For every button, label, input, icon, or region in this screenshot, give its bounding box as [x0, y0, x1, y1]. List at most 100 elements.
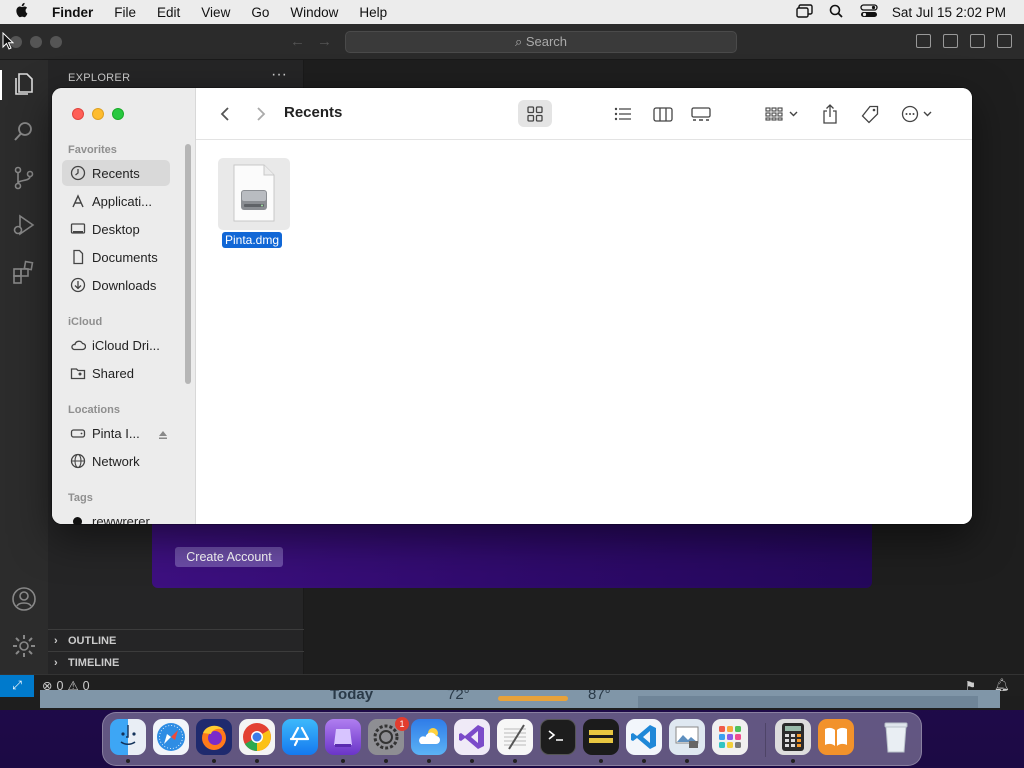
outline-section[interactable]: › OUTLINE — [48, 629, 304, 651]
tag-icon[interactable] — [858, 102, 882, 126]
toggle-panel-icon[interactable] — [943, 34, 958, 48]
activity-active-indicator — [0, 70, 2, 100]
customize-layout-icon[interactable] — [997, 34, 1012, 48]
sidebar-item-shared[interactable]: Shared — [62, 360, 170, 386]
running-indicator — [685, 759, 689, 763]
sidebar-item-downloads[interactable]: Downloads — [62, 272, 170, 298]
screen-mirroring-icon[interactable] — [796, 3, 814, 21]
menu-window[interactable]: Window — [290, 5, 338, 20]
close-button[interactable] — [72, 108, 84, 120]
share-icon[interactable] — [818, 102, 842, 126]
tags-header: Tags — [68, 492, 93, 504]
spotlight-search-icon[interactable] — [828, 4, 846, 21]
apple-menu-icon[interactable] — [14, 2, 34, 22]
sidebar-item-desktop[interactable]: Desktop — [62, 216, 170, 242]
firefox-dock-icon[interactable] — [196, 719, 232, 755]
finder-dock-icon[interactable] — [110, 719, 146, 755]
console-dock-icon[interactable] — [583, 719, 619, 755]
disk-image-icon — [232, 164, 276, 225]
accounts-icon[interactable] — [10, 585, 38, 613]
sidebar-item-applications[interactable]: Applicati... — [62, 188, 170, 214]
search-icon[interactable] — [10, 117, 38, 145]
window-title: Recents — [284, 104, 343, 121]
gallery-view-icon[interactable] — [688, 102, 714, 126]
file-thumbnail — [218, 158, 290, 230]
chevron-right-icon: › — [54, 657, 58, 669]
visual-studio-dock-icon[interactable] — [454, 719, 490, 755]
minimize-button[interactable] — [92, 108, 104, 120]
list-view-icon[interactable] — [610, 102, 636, 126]
sidebar-item-label: Recents — [92, 165, 140, 181]
icon-view-icon[interactable] — [522, 102, 548, 126]
dock-separator — [765, 723, 766, 757]
running-indicator — [384, 759, 388, 763]
temperature-range-bar — [498, 696, 568, 701]
vscode-nav-arrows-icon[interactable]: ←→ — [290, 33, 344, 50]
sidebar-item-network[interactable]: Network — [62, 448, 170, 474]
chrome-dock-icon[interactable] — [239, 719, 275, 755]
timeline-section[interactable]: › TIMELINE — [48, 651, 304, 673]
sidebar-item-tag[interactable]: rewwrerer — [62, 508, 170, 524]
forward-chevron-icon[interactable] — [250, 102, 272, 126]
running-indicator — [427, 759, 431, 763]
launchpad-dock-icon[interactable] — [712, 719, 748, 755]
eject-icon[interactable] — [158, 428, 168, 439]
remote-indicator-icon[interactable]: ⤢ — [0, 675, 34, 697]
vscode-window-controls[interactable] — [10, 36, 62, 48]
toggle-secondary-sidebar-icon[interactable] — [970, 34, 985, 48]
finder-content: Pinta.dmg — [196, 140, 972, 524]
weather-dock-icon[interactable] — [411, 719, 447, 755]
sidebar-item-recents[interactable]: Recents — [62, 160, 170, 186]
vscode-command-search[interactable]: ⌕ Search — [345, 31, 737, 53]
sidebar-scrollbar[interactable] — [185, 144, 191, 384]
dock: 1 — [102, 712, 922, 766]
tag-color-dot — [73, 516, 82, 524]
toggle-primary-sidebar-icon[interactable] — [916, 34, 931, 48]
preview-dock-icon[interactable] — [669, 719, 705, 755]
sidebar-item-icloud-drive[interactable]: iCloud Dri... — [62, 332, 170, 358]
textedit-dock-icon[interactable] — [497, 719, 533, 755]
settings-gear-icon[interactable] — [10, 632, 38, 660]
activity-bar — [0, 60, 48, 674]
books-dock-icon[interactable] — [818, 719, 854, 755]
vscode-layout-controls — [916, 34, 1012, 48]
extensions-icon[interactable] — [10, 258, 38, 286]
search-icon: ⌕ — [514, 34, 526, 49]
control-center-icon[interactable] — [860, 3, 878, 21]
calculator-dock-icon[interactable] — [775, 719, 811, 755]
explorer-icon[interactable] — [10, 70, 38, 98]
trash-dock-icon[interactable] — [878, 719, 914, 755]
running-indicator — [642, 759, 646, 763]
menu-app-name[interactable]: Finder — [52, 5, 93, 20]
purple-app-dock-icon[interactable] — [325, 719, 361, 755]
file-item[interactable]: Pinta.dmg — [218, 158, 290, 248]
run-debug-icon[interactable] — [10, 211, 38, 239]
menu-help[interactable]: Help — [359, 5, 387, 20]
group-by-dropdown-icon[interactable] — [762, 102, 802, 126]
zoom-button[interactable] — [112, 108, 124, 120]
column-view-icon[interactable] — [650, 102, 676, 126]
menu-go[interactable]: Go — [251, 5, 269, 20]
timeline-label: TIMELINE — [68, 657, 120, 669]
menu-view[interactable]: View — [201, 5, 230, 20]
create-account-button[interactable]: Create Account — [175, 547, 283, 567]
explorer-more-actions-icon[interactable]: ··· — [271, 66, 287, 84]
safari-dock-icon[interactable] — [153, 719, 189, 755]
menu-edit[interactable]: Edit — [157, 5, 180, 20]
menu-file[interactable]: File — [114, 5, 136, 20]
menu-bar: Finder File Edit View Go Window Help Sat… — [0, 0, 1024, 24]
document-icon — [70, 249, 86, 265]
desktop-icon — [70, 221, 86, 237]
app-store-dock-icon[interactable] — [282, 719, 318, 755]
terminal-dock-icon[interactable] — [540, 719, 576, 755]
sidebar-item-pinta-volume[interactable]: Pinta I... — [62, 420, 174, 446]
more-actions-dropdown-icon[interactable] — [900, 102, 936, 126]
back-chevron-icon[interactable] — [214, 102, 236, 126]
running-indicator — [599, 759, 603, 763]
sidebar-item-documents[interactable]: Documents — [62, 244, 170, 270]
mouse-cursor-icon — [2, 31, 15, 53]
menubar-clock[interactable]: Sat Jul 15 2:02 PM — [892, 5, 1006, 20]
source-control-icon[interactable] — [10, 164, 38, 192]
weather-low-temp: 72° — [447, 690, 470, 703]
vscode-dock-icon[interactable] — [626, 719, 662, 755]
